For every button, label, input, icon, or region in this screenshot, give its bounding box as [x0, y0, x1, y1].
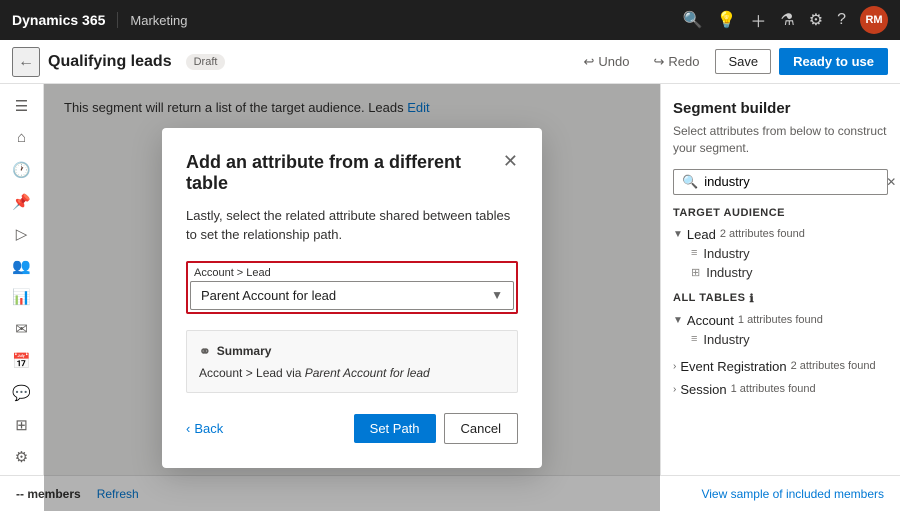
ready-to-use-button[interactable]: Ready to use [779, 48, 888, 75]
relationship-dropdown[interactable]: Parent Account for lead ▼ [190, 281, 514, 310]
sidebar-recent-icon[interactable]: 🕐 [6, 156, 38, 184]
modal-description: Lastly, select the related attribute sha… [186, 206, 518, 245]
lead-section: ▼ Lead 2 attributes found ≡ Industry ⊞ I… [673, 225, 888, 282]
modal-footer: ‹ Back Set Path Cancel [186, 413, 518, 444]
sidebar-people-icon[interactable]: 👥 [6, 252, 38, 280]
attribute-search-box[interactable]: 🔍 ✕ [673, 169, 888, 195]
nav-actions: ↩ Undo ↪ Redo Save Ready to use [575, 48, 888, 75]
sidebar-settings2-icon[interactable]: ⚙ [6, 443, 38, 471]
dropdown-chevron-icon: ▼ [491, 288, 503, 302]
search-box-icon: 🔍 [682, 174, 698, 190]
modal-title: Add an attribute from a different table [186, 152, 503, 194]
lead-count: 2 attributes found [720, 228, 805, 240]
main-layout: ☰ ⌂ 🕐 📌 ▷ 👥 📊 ✉ 📅 💬 ⊞ ⚙ ⋯ This segment w… [0, 84, 900, 511]
lead-chevron-icon: ▼ [673, 229, 683, 240]
cancel-button[interactable]: Cancel [444, 413, 518, 444]
draft-badge: Draft [186, 54, 226, 70]
modal-dialog: Add an attribute from a different table … [162, 128, 542, 468]
summary-header: ⚭ Summary [199, 343, 505, 360]
lead-industry-text-item[interactable]: ≡ Industry [673, 244, 888, 263]
lead-section-header[interactable]: ▼ Lead 2 attributes found [673, 225, 888, 244]
top-nav: Dynamics 365 Marketing 🔍 💡 ＋ ⚗ ⚙ ? RM [0, 0, 900, 40]
account-count: 1 attributes found [738, 314, 823, 326]
sidebar-chart-icon[interactable]: 📊 [6, 284, 38, 312]
right-panel: Segment builder Select attributes from b… [660, 84, 900, 511]
dropdown-selected-value: Parent Account for lead [201, 288, 336, 303]
plus-icon[interactable]: ＋ [750, 8, 766, 32]
search-clear-icon[interactable]: ✕ [886, 175, 896, 189]
session-section-header[interactable]: › Session 1 attributes found [673, 380, 888, 399]
search-icon[interactable]: 🔍 [683, 10, 703, 30]
secondary-nav: ← Qualifying leads Draft ↩ Undo ↪ Redo S… [0, 40, 900, 84]
filter-icon[interactable]: ⚗ [780, 10, 794, 30]
lead-industry-grid-label: Industry [706, 265, 752, 280]
sidebar-menu-icon[interactable]: ☰ [6, 92, 38, 120]
summary-box: ⚭ Summary Account > Lead via Parent Acco… [186, 330, 518, 393]
sidebar-play-icon[interactable]: ▷ [6, 220, 38, 248]
modal-overlay: Add an attribute from a different table … [44, 84, 660, 511]
event-section: › Event Registration 2 attributes found [673, 357, 888, 376]
target-audience-label: Target audience [673, 207, 888, 219]
session-chevron-icon: › [673, 384, 676, 395]
grid-field-icon: ⊞ [691, 266, 700, 279]
relationship-dropdown-container: Account > Lead Parent Account for lead ▼ [186, 261, 518, 314]
event-chevron-icon: › [673, 361, 676, 372]
session-section: › Session 1 attributes found [673, 380, 888, 399]
undo-button[interactable]: ↩ Undo [575, 50, 637, 74]
sidebar-home-icon[interactable]: ⌂ [6, 124, 38, 152]
save-button[interactable]: Save [715, 49, 771, 74]
account-industry-item[interactable]: ≡ Industry [673, 330, 888, 349]
avatar[interactable]: RM [860, 6, 888, 34]
account-industry-icon: ≡ [691, 333, 697, 345]
lead-industry-text-label: Industry [703, 246, 749, 261]
back-chevron-icon: ‹ [186, 421, 190, 436]
sidebar-table-icon[interactable]: ⊞ [6, 411, 38, 439]
event-count: 2 attributes found [791, 360, 876, 372]
top-nav-icons: 🔍 💡 ＋ ⚗ ⚙ ? RM [683, 6, 888, 34]
back-button-modal[interactable]: ‹ Back [186, 421, 223, 436]
set-path-button[interactable]: Set Path [354, 414, 436, 443]
lead-industry-grid-item[interactable]: ⊞ Industry [673, 263, 888, 282]
summary-icon: ⚭ [199, 343, 211, 360]
app-name: Marketing [118, 13, 187, 28]
sidebar-calendar-icon[interactable]: 📅 [6, 347, 38, 375]
undo-icon: ↩ [583, 54, 594, 70]
attribute-search-input[interactable] [704, 174, 880, 189]
segment-builder-desc: Select attributes from below to construc… [673, 123, 888, 157]
dropdown-section-label: Account > Lead [190, 265, 514, 281]
summary-title: Summary [217, 344, 272, 358]
event-section-label: Event Registration [680, 359, 786, 374]
sidebar-chat-icon[interactable]: 💬 [6, 379, 38, 407]
redo-icon: ↪ [653, 54, 664, 70]
view-sample-link[interactable]: View sample of included members [701, 487, 884, 501]
account-section-header[interactable]: ▼ Account 1 attributes found [673, 311, 888, 330]
help-icon[interactable]: ? [837, 11, 846, 29]
account-industry-label: Industry [703, 332, 749, 347]
lightbulb-icon[interactable]: 💡 [716, 10, 736, 30]
account-section: ▼ Account 1 attributes found ≡ Industry [673, 311, 888, 349]
account-section-label: Account [687, 313, 734, 328]
modal-close-button[interactable]: ✕ [503, 152, 518, 170]
settings-icon[interactable]: ⚙ [809, 10, 823, 30]
text-field-icon: ≡ [691, 247, 697, 259]
sidebar-mail-icon[interactable]: ✉ [6, 315, 38, 343]
summary-content: Account > Lead via Parent Account for le… [199, 366, 505, 380]
event-section-header[interactable]: › Event Registration 2 attributes found [673, 357, 888, 376]
left-sidebar: ☰ ⌂ 🕐 📌 ▷ 👥 📊 ✉ 📅 💬 ⊞ ⚙ ⋯ [0, 84, 44, 511]
modal-header: Add an attribute from a different table … [186, 152, 518, 194]
session-count: 1 attributes found [731, 383, 816, 395]
lead-section-label: Lead [687, 227, 716, 242]
all-tables-divider: All tables ℹ [673, 292, 888, 305]
sidebar-pin-icon[interactable]: 📌 [6, 188, 38, 216]
brand-name: Dynamics 365 [12, 12, 118, 28]
segment-builder-title: Segment builder [673, 100, 888, 117]
account-chevron-icon: ▼ [673, 315, 683, 326]
info-icon: ℹ [749, 292, 754, 305]
redo-button[interactable]: ↪ Redo [645, 50, 707, 74]
page-title: Qualifying leads [48, 53, 172, 71]
session-section-label: Session [680, 382, 726, 397]
back-button[interactable]: ← [12, 47, 40, 77]
content-area: This segment will return a list of the t… [44, 84, 660, 511]
